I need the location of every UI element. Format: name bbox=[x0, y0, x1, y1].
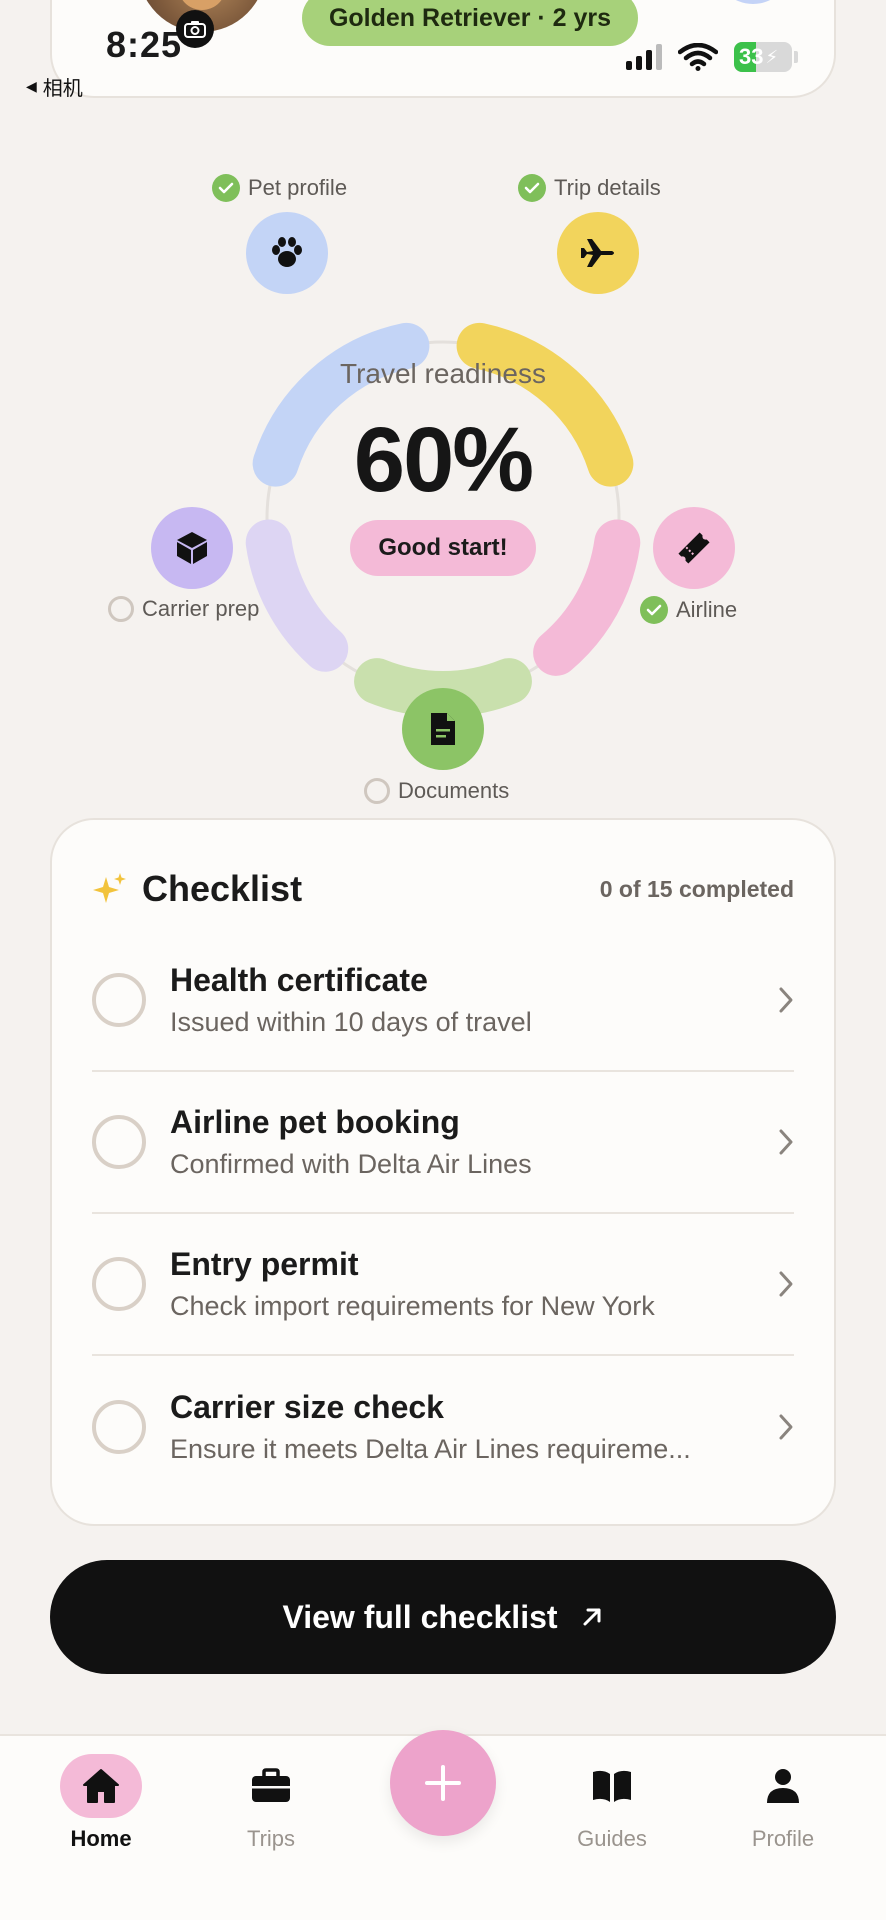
readiness-percent: 60% bbox=[353, 409, 534, 511]
check-done-icon bbox=[212, 174, 240, 202]
status-time: 8:25 bbox=[106, 24, 183, 65]
item-subtitle: Confirmed with Delta Air Lines bbox=[170, 1149, 532, 1179]
home-icon bbox=[60, 1754, 142, 1818]
checklist-item[interactable]: Health certificate Issued within 10 days… bbox=[92, 930, 794, 1072]
battery-level: 33 bbox=[739, 44, 764, 69]
checklist-header: Checklist 0 of 15 completed bbox=[92, 868, 794, 910]
wifi-icon bbox=[678, 43, 718, 71]
item-title: Entry permit bbox=[170, 1246, 359, 1282]
chevron-right-icon bbox=[754, 1128, 794, 1156]
checklist-item[interactable]: Carrier size check Ensure it meets Delta… bbox=[92, 1356, 794, 1498]
readiness-badge-label: Good start! bbox=[378, 534, 508, 561]
checklist-item[interactable]: Entry permit Check import requirements f… bbox=[92, 1214, 794, 1356]
dog-photo bbox=[178, 0, 226, 10]
item-checkbox[interactable] bbox=[92, 973, 146, 1027]
signal-icon bbox=[626, 44, 662, 70]
ticket-icon bbox=[678, 532, 710, 564]
readiness-ring: Travel readiness 60% Good start! Pet pro… bbox=[0, 150, 886, 810]
nav-home[interactable]: Home bbox=[31, 1754, 171, 1852]
briefcase-icon bbox=[230, 1754, 312, 1818]
nav-label-home: Home bbox=[70, 1826, 132, 1851]
view-full-checklist-label: View full checklist bbox=[282, 1598, 558, 1635]
chevron-right-icon bbox=[754, 1270, 794, 1298]
battery-icon: 33 ⚡ bbox=[734, 42, 792, 72]
paw-icon bbox=[272, 237, 302, 267]
bottom-nav: Home Trips Guides Profile bbox=[0, 1730, 886, 1920]
node-carrier-prep[interactable] bbox=[151, 507, 233, 589]
view-full-checklist-button[interactable]: View full checklist bbox=[50, 1560, 836, 1674]
chevron-right-icon bbox=[754, 1413, 794, 1441]
add-button[interactable] bbox=[390, 1730, 496, 1836]
document-icon bbox=[431, 713, 455, 745]
check-done-icon bbox=[518, 174, 546, 202]
item-title: Airline pet booking bbox=[170, 1104, 460, 1140]
node-label-documents: Documents bbox=[364, 778, 509, 804]
status-icons: 33 ⚡ bbox=[626, 42, 798, 72]
node-documents[interactable] bbox=[402, 688, 484, 770]
arrow-up-right-icon bbox=[583, 1608, 601, 1626]
node-label-text: Documents bbox=[398, 778, 510, 803]
node-label-text: Carrier prep bbox=[142, 596, 260, 621]
item-checkbox[interactable] bbox=[92, 1115, 146, 1169]
item-title: Health certificate bbox=[170, 962, 428, 998]
back-label: 相机 bbox=[42, 78, 83, 100]
node-label-text: Trip details bbox=[554, 175, 661, 200]
check-empty-icon bbox=[108, 596, 134, 622]
node-pet-profile[interactable] bbox=[246, 212, 328, 294]
item-subtitle: Ensure it meets Delta Air Lines requirem… bbox=[170, 1434, 691, 1464]
breed-pill-label: Golden Retriever · 2 yrs bbox=[328, 3, 612, 32]
node-label-carrier-prep: Carrier prep bbox=[108, 596, 259, 622]
item-checkbox[interactable] bbox=[92, 1257, 146, 1311]
checklist-card: Checklist 0 of 15 completed Health certi… bbox=[50, 818, 836, 1526]
nav-profile[interactable]: Profile bbox=[713, 1754, 853, 1852]
checklist-item[interactable]: Airline pet booking Confirmed with Delta… bbox=[92, 1072, 794, 1214]
node-trip-details[interactable] bbox=[557, 212, 639, 294]
node-label-text: Airline bbox=[676, 597, 738, 622]
nav-label-guides: Guides bbox=[577, 1826, 647, 1851]
node-airline[interactable] bbox=[653, 507, 735, 589]
nav-label-profile: Profile bbox=[751, 1826, 815, 1851]
chevron-right-icon bbox=[754, 986, 794, 1014]
node-label-airline: Airline bbox=[640, 596, 737, 624]
back-to-camera-link[interactable]: ◀ 相机 bbox=[26, 72, 83, 101]
airplane-icon bbox=[581, 239, 614, 267]
item-checkbox[interactable] bbox=[92, 1400, 146, 1454]
decorative-blob bbox=[714, 0, 792, 4]
person-icon bbox=[742, 1754, 824, 1818]
readiness-title: Travel readiness bbox=[340, 358, 546, 389]
item-title: Carrier size check bbox=[170, 1389, 444, 1425]
plus-icon bbox=[425, 1765, 461, 1801]
check-done-icon bbox=[640, 596, 668, 624]
node-label-pet-profile: Pet profile bbox=[212, 174, 347, 202]
nav-trips[interactable]: Trips bbox=[201, 1754, 341, 1852]
item-subtitle: Check import requirements for New York bbox=[170, 1291, 655, 1321]
node-label-text: Pet profile bbox=[248, 175, 348, 200]
back-triangle-icon: ◀ bbox=[26, 78, 37, 94]
checklist-title: Checklist bbox=[142, 868, 303, 909]
readiness-badge: Good start! bbox=[350, 520, 536, 576]
nav-guides[interactable]: Guides bbox=[542, 1754, 682, 1852]
book-icon bbox=[571, 1754, 653, 1818]
box-icon bbox=[177, 532, 207, 564]
item-subtitle: Issued within 10 days of travel bbox=[170, 1007, 532, 1037]
checklist-count: 0 of 15 completed bbox=[599, 875, 794, 902]
node-label-trip-details: Trip details bbox=[518, 174, 661, 202]
sparkles-icon bbox=[93, 873, 126, 903]
camera-icon bbox=[176, 10, 214, 48]
ring-segment-airline bbox=[533, 519, 641, 676]
nav-label-trips: Trips bbox=[246, 1826, 296, 1851]
breed-pill[interactable]: Golden Retriever · 2 yrs bbox=[302, 0, 638, 46]
check-empty-icon bbox=[364, 778, 390, 804]
ring-segment-carrier-prep bbox=[245, 519, 349, 672]
